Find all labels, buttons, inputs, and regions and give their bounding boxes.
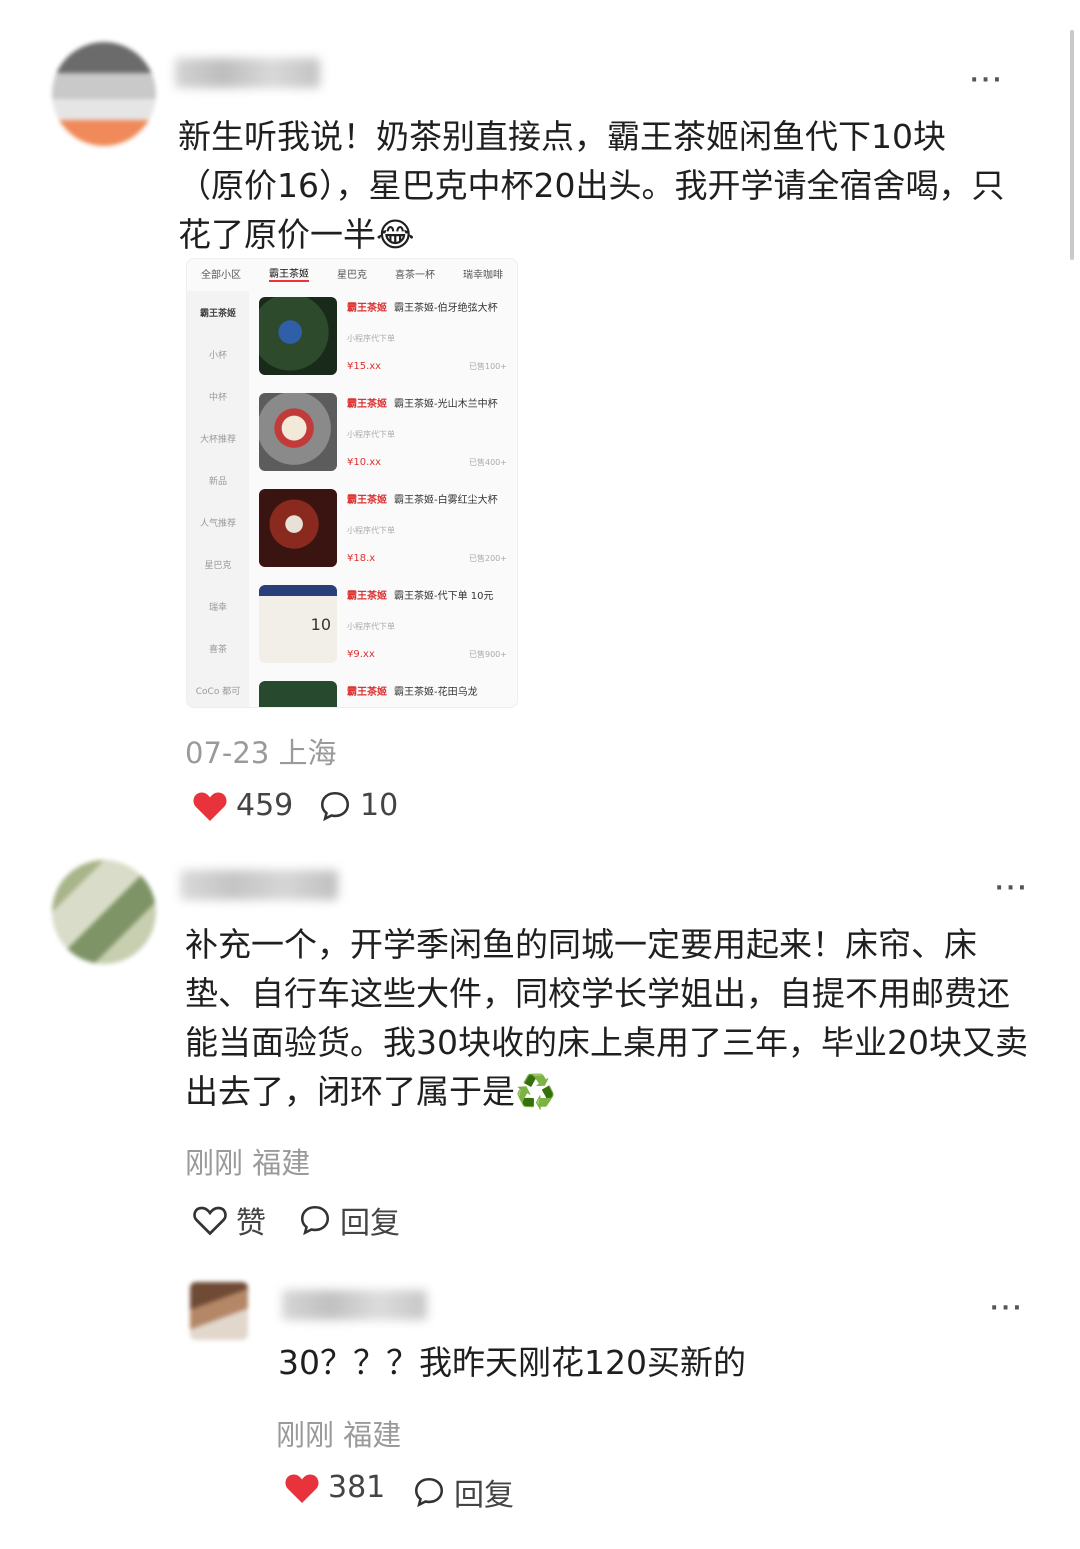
- product-price: ¥9.xx: [347, 649, 375, 660]
- comment-meta: 刚刚 福建: [276, 1418, 402, 1452]
- product-item: 10 霸王茶姬 霸王茶姬-代下单 10元 小程序代下单 ¥9.xx 已售900+: [259, 585, 509, 671]
- product-brand: 霸王茶姬: [347, 303, 387, 314]
- product-sold-count: 已售200+: [469, 554, 507, 563]
- product-subtitle: 小程序代下单: [347, 334, 395, 343]
- product-price: ¥18.x: [347, 553, 376, 564]
- comment-image[interactable]: 全部小区 霸王茶姬 星巴克 喜茶一杯 瑞幸咖啡 霸王茶姬 小杯 中杯 大杯推荐 …: [186, 258, 518, 708]
- comment-bubble-icon: [414, 1477, 444, 1508]
- avatar[interactable]: [190, 1282, 248, 1340]
- reply-label: 回复: [454, 1478, 514, 1513]
- image-sidebar-item: 喜茶: [208, 644, 227, 655]
- more-options-icon[interactable]: ···: [990, 1296, 1024, 1321]
- username-blurred[interactable]: [282, 1290, 427, 1320]
- like-count: 381: [328, 1470, 386, 1505]
- more-options-icon[interactable]: ···: [995, 876, 1029, 901]
- image-sidebar: 霸王茶姬 小杯 中杯 大杯推荐 新品 人气推荐 星巴克 瑞幸 喜茶 CoCo 都…: [187, 291, 249, 707]
- heart-filled-icon: [285, 1474, 319, 1503]
- product-title: 霸王茶姬-代下单 10元: [394, 591, 494, 602]
- product-item: 霸王茶姬 霸王茶姬-伯牙绝弦大杯 小程序代下单 ¥15.xx 已售100+: [259, 297, 509, 383]
- image-sidebar-item: 瑞幸: [208, 602, 227, 613]
- reply-button[interactable]: 回复: [298, 1198, 400, 1242]
- image-sidebar-item: 人气推荐: [199, 518, 236, 529]
- comment-text: 补充一个，开学季闲鱼的同城一定要用起来！床帘、床垫、自行车这些大件，同校学长学姐…: [185, 925, 1028, 1111]
- image-tab: 全部小区: [201, 269, 241, 281]
- product-brand: 霸王茶姬: [347, 591, 387, 602]
- product-image: [259, 297, 337, 375]
- reply-count: 10: [360, 788, 399, 823]
- product-subtitle: 小程序代下单: [347, 526, 395, 535]
- image-tab: 瑞幸咖啡: [463, 269, 503, 281]
- product-item: 霸王茶姬 霸王茶姬-光山木兰中杯 小程序代下单 ¥10.xx 已售400+: [259, 393, 509, 479]
- image-tab: 星巴克: [337, 269, 367, 281]
- product-title: 霸王茶姬-伯牙绝弦大杯: [394, 303, 498, 314]
- product-brand: 霸王茶姬: [347, 399, 387, 410]
- image-tab-bar: 全部小区 霸王茶姬 星巴克 喜茶一杯 瑞幸咖啡: [187, 259, 517, 287]
- image-sidebar-item: 新品: [208, 476, 227, 487]
- reply-label: 回复: [340, 1206, 400, 1241]
- like-button[interactable]: 赞: [192, 1198, 266, 1242]
- product-image: [259, 489, 337, 567]
- product-price: ¥10.xx: [347, 457, 382, 468]
- product-image: [259, 681, 337, 707]
- like-button[interactable]: 381: [284, 1470, 385, 1505]
- product-title: 霸王茶姬-花田乌龙: [394, 687, 478, 698]
- image-tab: 喜茶一杯: [395, 269, 435, 281]
- product-item: 霸王茶姬 霸王茶姬-白雾红尘大杯 小程序代下单 ¥18.x 已售200+: [259, 489, 509, 575]
- comment-meta: 刚刚 福建: [185, 1146, 311, 1180]
- comment-bubble-icon: [320, 791, 350, 821]
- product-price: ¥15.xx: [347, 361, 382, 372]
- like-button[interactable]: 459: [192, 788, 293, 823]
- product-brand: 霸王茶姬: [347, 495, 387, 506]
- product-brand: 霸王茶姬: [347, 687, 387, 698]
- product-title: 霸王茶姬-白雾红尘大杯: [394, 495, 498, 506]
- scrollbar[interactable]: [1070, 30, 1074, 260]
- product-subtitle: 小程序代下单: [347, 430, 395, 439]
- comment-text: 新生听我说！奶茶别直接点，霸王茶姬闲鱼代下10块（原价16），星巴克中杯20出头…: [178, 117, 1005, 254]
- comment-text: 30？？？我昨天刚花120买新的: [278, 1343, 746, 1382]
- heart-outline-icon: [193, 1206, 227, 1236]
- product-sold-count: 已售100+: [469, 362, 507, 371]
- image-sidebar-item: CoCo 都可: [195, 686, 241, 697]
- more-options-icon[interactable]: ···: [970, 68, 1004, 93]
- image-sidebar-item: 大杯推荐: [199, 434, 236, 445]
- product-image: 10: [259, 585, 337, 663]
- like-label: 赞: [236, 1206, 266, 1241]
- product-subtitle: 小程序代下单: [347, 622, 395, 631]
- comment-meta: 07-23 上海: [185, 736, 337, 770]
- reply-button[interactable]: 回复: [412, 1470, 514, 1514]
- avatar[interactable]: [52, 860, 156, 964]
- comment-bubble-icon: [300, 1205, 330, 1236]
- reply-button[interactable]: 10: [318, 788, 398, 823]
- product-image-price-tag: 10: [310, 615, 331, 634]
- product-title: 霸王茶姬-光山木兰中杯: [394, 399, 498, 410]
- product-item: 霸王茶姬 霸王茶姬-花田乌龙: [259, 681, 509, 707]
- image-sidebar-item: 星巴克: [204, 560, 232, 571]
- product-image: [259, 393, 337, 471]
- username-blurred[interactable]: [175, 58, 320, 88]
- product-sold-count: 已售400+: [469, 458, 507, 467]
- product-sold-count: 已售900+: [469, 650, 507, 659]
- image-sidebar-item: 中杯: [208, 392, 227, 403]
- username-blurred[interactable]: [180, 870, 338, 900]
- like-count: 459: [236, 788, 294, 823]
- image-sidebar-item: 小杯: [208, 350, 227, 361]
- image-sidebar-item: 霸王茶姬: [199, 308, 236, 319]
- image-tab: 霸王茶姬: [269, 265, 309, 282]
- heart-filled-icon: [193, 792, 227, 821]
- avatar[interactable]: [52, 42, 156, 146]
